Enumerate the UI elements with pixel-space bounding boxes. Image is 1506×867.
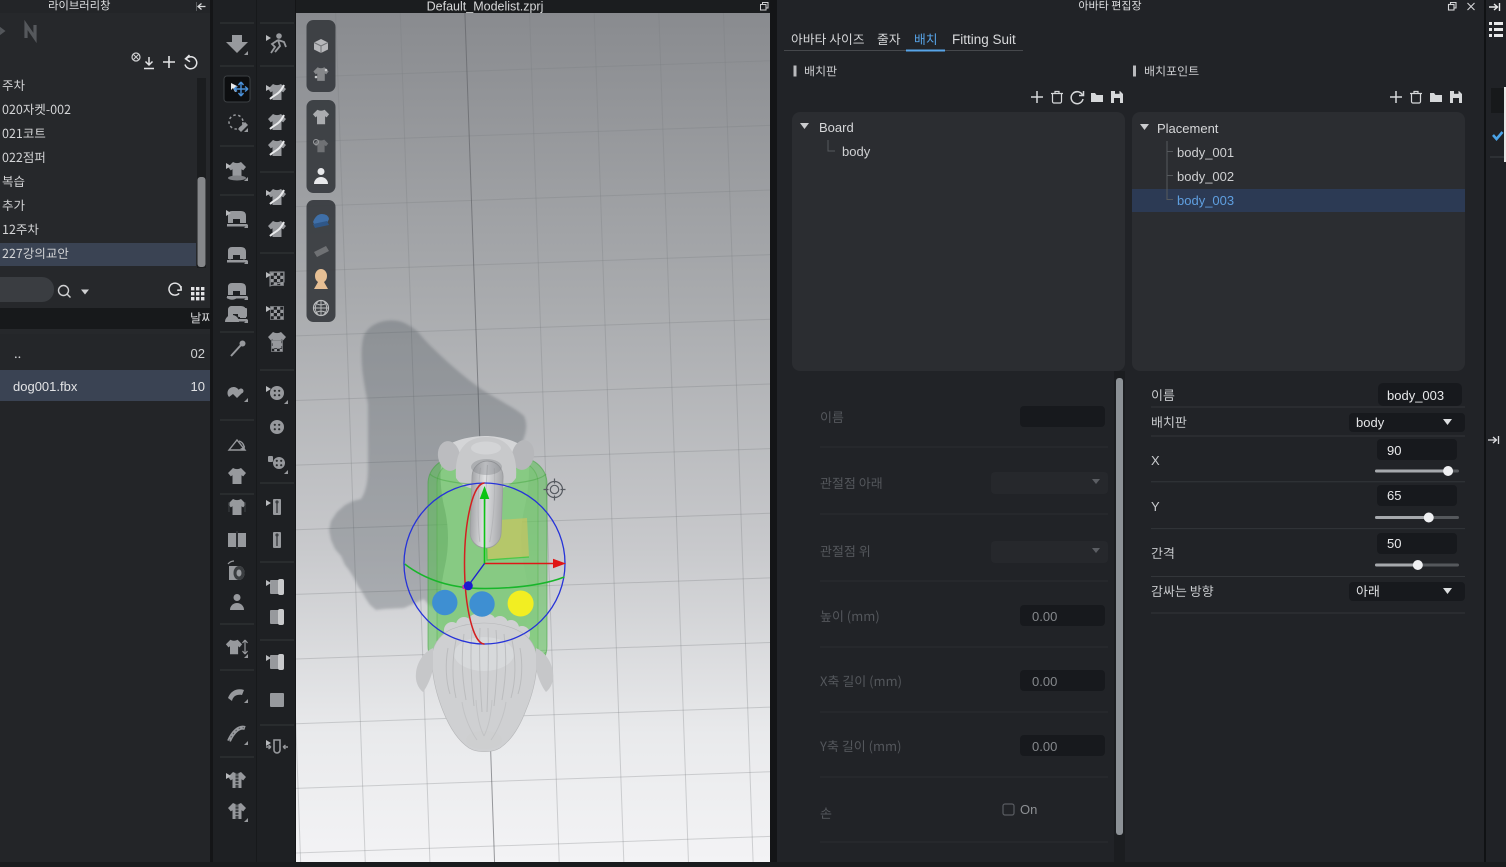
svg-text:90: 90: [1387, 443, 1401, 458]
svg-text:10: 10: [191, 379, 205, 394]
svg-text:body_003: body_003: [1387, 388, 1444, 403]
svg-text:dog001.fbx: dog001.fbx: [13, 379, 78, 394]
svg-text:body: body: [842, 144, 871, 159]
svg-text:body_002: body_002: [1177, 169, 1234, 184]
svg-text:body_001: body_001: [1177, 145, 1234, 160]
svg-text:0.00: 0.00: [1032, 739, 1057, 754]
svg-text:02: 02: [191, 346, 205, 361]
svg-text:On: On: [1020, 802, 1037, 817]
svg-text:Default_Modelist.zprj: Default_Modelist.zprj: [427, 0, 544, 14]
svg-text:Placement: Placement: [1157, 121, 1219, 136]
svg-text:65: 65: [1387, 488, 1401, 503]
svg-text:X: X: [1151, 453, 1160, 468]
svg-text:Board: Board: [819, 120, 854, 135]
svg-text:Y: Y: [1151, 499, 1160, 514]
svg-text:0.00: 0.00: [1032, 609, 1057, 624]
svg-text:body_003: body_003: [1177, 193, 1234, 208]
svg-text:Fitting Suit: Fitting Suit: [952, 32, 1016, 47]
svg-text:0.00: 0.00: [1032, 674, 1057, 689]
svg-text:body: body: [1356, 415, 1385, 430]
svg-text:50: 50: [1387, 536, 1401, 551]
